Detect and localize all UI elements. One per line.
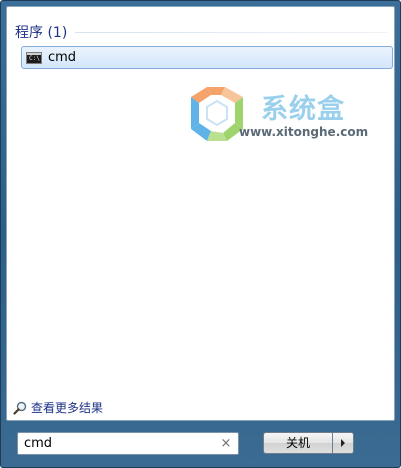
search-results-panel: 程序 (1) C:\ cmd 系统盒 www.xitonghe.com 查看更多… — [6, 6, 395, 421]
result-item-cmd[interactable]: C:\ cmd — [21, 46, 393, 69]
shutdown-button[interactable]: 关机 — [263, 432, 333, 454]
search-input[interactable]: cmd × — [17, 432, 239, 455]
shutdown-options-button[interactable] — [333, 432, 354, 454]
section-title: 程序 (1) — [15, 25, 68, 41]
results-section-header: 程序 (1) — [15, 23, 387, 41]
clear-search-icon[interactable]: × — [218, 436, 234, 451]
watermark: 系统盒 www.xitonghe.com — [185, 83, 385, 145]
watermark-url: www.xitonghe.com — [239, 125, 369, 139]
start-menu: 程序 (1) C:\ cmd 系统盒 www.xitonghe.com 查看更多… — [0, 0, 401, 468]
triangle-right-icon — [341, 439, 345, 447]
command-prompt-icon: C:\ — [26, 51, 42, 64]
section-divider — [75, 31, 387, 33]
see-more-results-link[interactable]: 查看更多结果 — [13, 399, 103, 416]
magnifier-icon — [13, 401, 27, 415]
result-label: cmd — [48, 50, 77, 65]
shutdown-controls: 关机 — [263, 432, 354, 454]
see-more-label: 查看更多结果 — [31, 401, 104, 415]
search-input-value[interactable]: cmd — [24, 436, 218, 451]
watermark-brand: 系统盒 — [261, 94, 345, 125]
